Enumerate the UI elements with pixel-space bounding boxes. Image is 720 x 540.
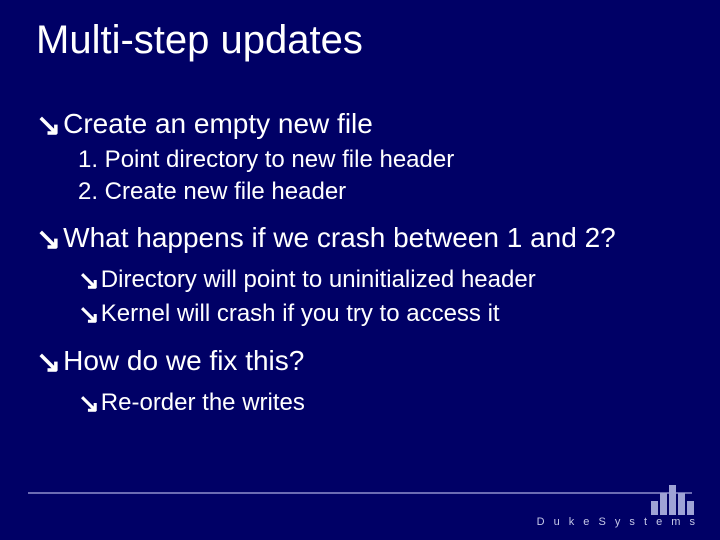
bullet-level2: ↘Directory will point to uninitialized h… [78, 263, 684, 295]
logo-bar [651, 501, 658, 515]
down-arrow-icon: ↘ [78, 299, 100, 331]
chapel-icon [537, 481, 698, 515]
bullet-level1: ↘What happens if we crash between 1 and … [36, 220, 684, 255]
bullet-text: Create an empty new file [63, 108, 373, 139]
numbered-item: 2. Create new file header [78, 177, 684, 206]
bullet-text: Kernel will crash if you try to access i… [101, 300, 500, 327]
logo-bar [678, 493, 685, 515]
bullet-level1: ↘How do we fix this? [36, 343, 684, 378]
slide-content: ↘Create an empty new file 1. Point direc… [36, 106, 684, 420]
down-arrow-icon: ↘ [36, 222, 61, 257]
logo-bar [669, 485, 676, 515]
slide: Multi-step updates ↘Create an empty new … [0, 0, 720, 540]
bullet-level2: ↘Kernel will crash if you try to access … [78, 297, 684, 329]
bullet-text: Re-order the writes [101, 389, 305, 416]
bullet-level2: ↘Re-order the writes [78, 386, 684, 418]
bullet-text: What happens if we crash between 1 and 2… [63, 222, 616, 253]
bullet-text: Directory will point to uninitialized he… [101, 266, 536, 293]
bullet-level1: ↘Create an empty new file [36, 106, 684, 141]
slide-title: Multi-step updates [36, 18, 363, 63]
bullet-text: How do we fix this? [63, 345, 304, 376]
footer-brand-text: D u k e S y s t e m s [537, 516, 698, 528]
down-arrow-icon: ↘ [78, 265, 100, 297]
logo-bar [660, 493, 667, 515]
logo-bar [687, 501, 694, 515]
down-arrow-icon: ↘ [36, 108, 61, 143]
down-arrow-icon: ↘ [36, 345, 61, 380]
down-arrow-icon: ↘ [78, 388, 100, 420]
numbered-item: 1. Point directory to new file header [78, 145, 684, 174]
footer-logo: D u k e S y s t e m s [537, 481, 698, 528]
